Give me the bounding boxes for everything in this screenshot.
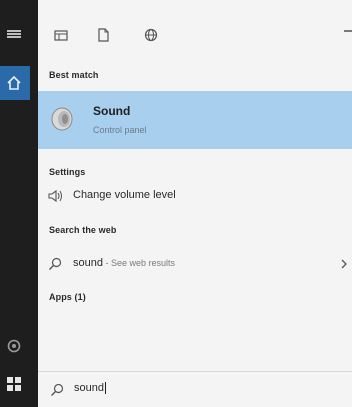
best-match-subtitle: Control panel <box>93 125 147 135</box>
web-filter-icon[interactable] <box>144 28 158 42</box>
best-match-header: Best match <box>49 70 99 80</box>
speaker-icon <box>51 107 73 131</box>
search-box[interactable]: sound <box>38 371 352 407</box>
search-results-panel: Best match Sound Control panel Settings … <box>38 0 352 407</box>
best-match-title: Sound <box>93 104 131 118</box>
apps-header: Apps (1) <box>49 292 86 302</box>
apps-filter-icon[interactable] <box>54 28 68 42</box>
web-search-query: sound <box>73 257 103 269</box>
text-caret <box>104 382 106 395</box>
left-rail <box>0 0 38 407</box>
filter-toolbar <box>38 22 352 50</box>
search-input[interactable]: sound <box>74 382 106 395</box>
search-icon <box>49 257 62 270</box>
menu-icon[interactable] <box>7 30 21 38</box>
start-search-window: Best match Sound Control panel Settings … <box>0 0 352 407</box>
settings-gear-icon[interactable] <box>6 338 22 354</box>
windows-logo-icon[interactable] <box>6 376 22 392</box>
search-web-header: Search the web <box>49 225 117 235</box>
search-input-value: sound <box>74 382 104 394</box>
settings-item-label: Change volume level <box>73 189 176 201</box>
home-button[interactable] <box>0 66 30 100</box>
home-icon <box>7 75 21 90</box>
settings-header: Settings <box>49 167 86 177</box>
volume-icon <box>48 189 62 203</box>
web-search-suffix: - See web results <box>102 258 176 268</box>
web-search-item[interactable]: sound - See web results <box>38 254 352 274</box>
search-box-icon <box>51 383 64 396</box>
settings-item-change-volume[interactable]: Change volume level <box>38 186 352 206</box>
web-search-label: sound - See web results <box>73 257 175 269</box>
more-options-icon[interactable] <box>344 30 352 32</box>
chevron-right-icon[interactable] <box>340 258 348 270</box>
documents-filter-icon[interactable] <box>96 28 110 42</box>
best-match-item-sound[interactable]: Sound Control panel <box>38 91 352 149</box>
